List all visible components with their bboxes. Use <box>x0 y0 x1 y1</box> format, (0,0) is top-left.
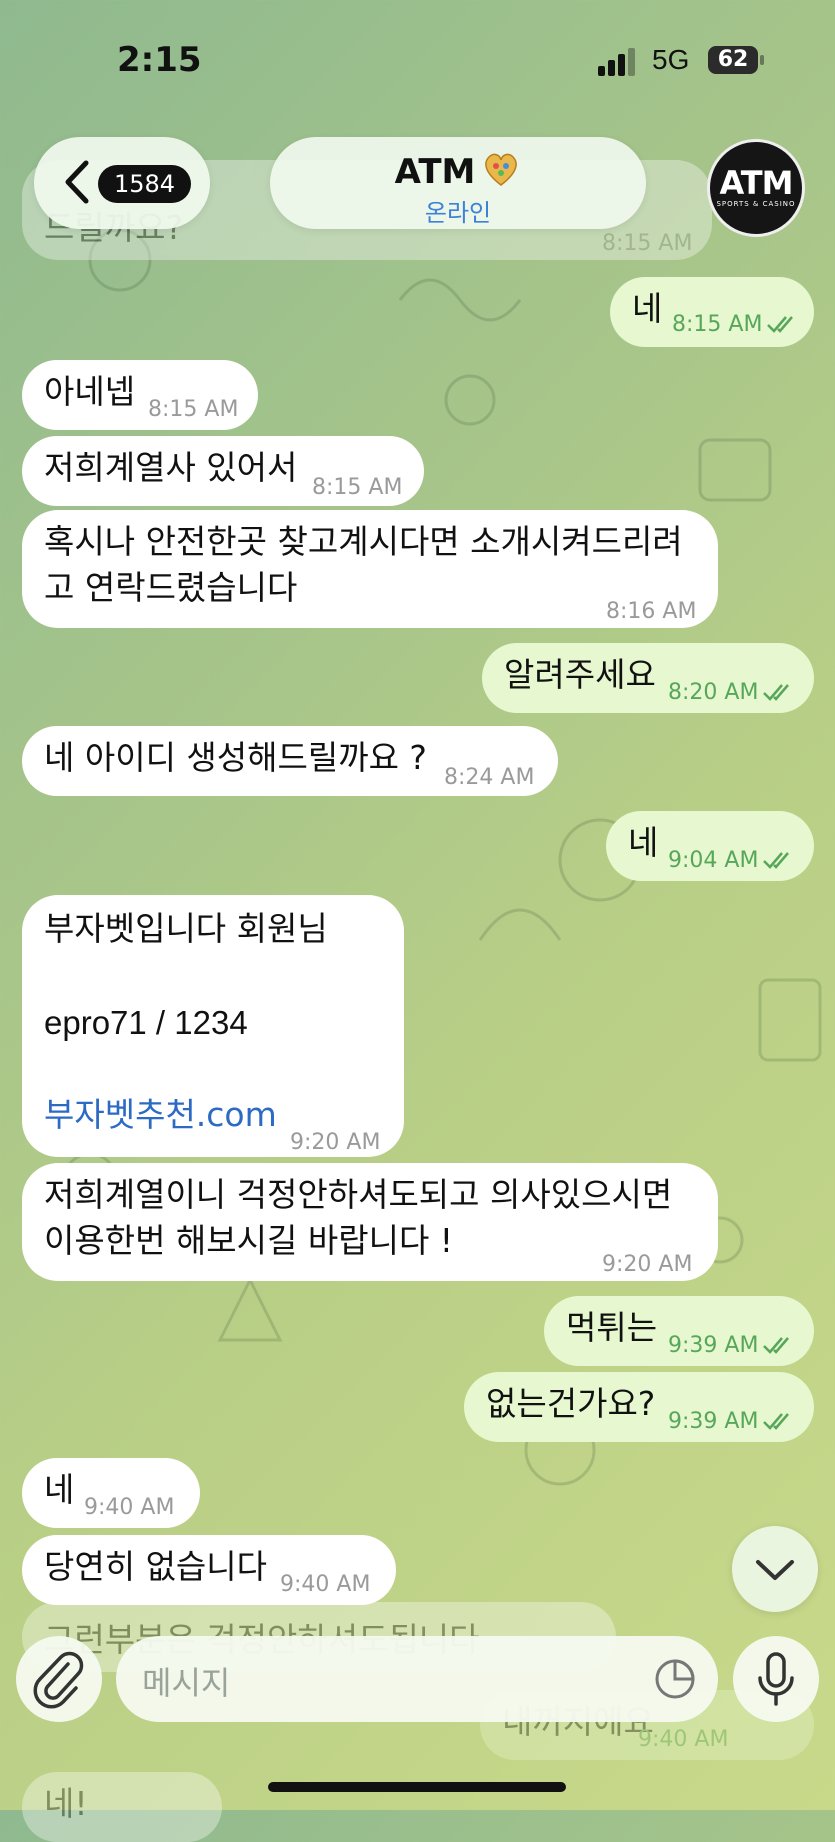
message-input[interactable]: 메시지 <box>116 1636 718 1722</box>
attach-button[interactable] <box>16 1636 102 1722</box>
message-time: 9:20 AM <box>290 1130 381 1155</box>
message-time: 8:15 AM <box>602 231 693 256</box>
network-type: 5G <box>652 44 690 75</box>
paperclip-icon <box>33 1651 84 1709</box>
message-time: 9:40 AM <box>638 1727 729 1752</box>
message-outgoing[interactable]: 없는건가요? 9:39 AM <box>464 1372 814 1442</box>
message-incoming[interactable]: 혹시나 안전한곳 찾고계시다면 소개시켜드리려 고 연락드렸습니다 8:16 A… <box>22 510 718 628</box>
home-indicator <box>268 1782 566 1792</box>
avatar[interactable]: ATM SPORTS & CASINO <box>707 139 805 237</box>
message-text: 네! <box>44 1784 88 1823</box>
battery-tip <box>760 55 764 65</box>
message-text-line: 혹시나 안전한곳 찾고계시다면 소개시켜드리려 <box>44 522 683 561</box>
avatar-text: ATM <box>719 164 794 202</box>
message-text: 당연히 없습니다 <box>44 1547 268 1586</box>
read-checkmarks-icon <box>763 1413 790 1430</box>
message-time: 9:04 AM <box>668 848 759 873</box>
message-text-line: 고 연락드렸습니다 <box>44 568 298 607</box>
message-text: 먹튀는 <box>566 1308 658 1347</box>
message-time: 9:39 AM <box>668 1333 759 1358</box>
message-text-line: 부자벳입니다 회원님 <box>44 909 328 948</box>
message-incoming[interactable]: 네 아이디 생성해드릴까요 ? 8:24 AM <box>22 726 558 796</box>
message-text: 네 <box>628 823 659 862</box>
read-checkmarks-icon <box>763 1337 790 1354</box>
message-link[interactable]: 부자벳추천.com <box>44 1093 277 1137</box>
chevron-left-icon <box>65 160 89 204</box>
chevron-down-icon <box>756 1560 794 1580</box>
message-text-line: epro71 / 1234 <box>44 1004 248 1041</box>
message-incoming[interactable]: 당연히 없습니다 9:40 AM <box>22 1535 396 1605</box>
message-time: 8:15 AM <box>672 312 763 337</box>
message-outgoing[interactable]: 네 9:04 AM <box>606 811 814 881</box>
message-text: 네 <box>44 1470 75 1509</box>
message-time: 8:15 AM <box>312 475 403 500</box>
chat-title: ATM <box>394 152 476 192</box>
message-time: 8:16 AM <box>606 599 697 624</box>
message-text-line: 이용한번 해보시길 바랍니다 ! <box>44 1221 454 1260</box>
message-time: 9:40 AM <box>84 1495 175 1520</box>
message-text: 저희계열사 있어서 <box>44 448 298 487</box>
message-incoming[interactable]: 저희계열이니 걱정안하셔도되고 의사있으시면 이용한번 해보시길 바랍니다 ! … <box>22 1163 718 1281</box>
message-incoming[interactable]: 네 9:40 AM <box>22 1458 200 1528</box>
message-text: 아네넵 <box>44 372 136 411</box>
sticker-icon[interactable] <box>652 1656 698 1702</box>
microphone-button[interactable] <box>733 1636 819 1722</box>
battery-icon: 62 <box>708 46 758 74</box>
read-checkmarks-icon <box>767 316 794 333</box>
message-time: 8:20 AM <box>668 680 759 705</box>
scroll-to-bottom-button[interactable] <box>732 1526 818 1612</box>
status-time: 2:15 <box>117 40 202 80</box>
message-text: 네 아이디 생성해드릴까요 ? <box>44 738 427 777</box>
message-text-line: 저희계열이니 걱정안하셔도되고 의사있으시면 <box>44 1175 673 1214</box>
avatar-subtext: SPORTS & CASINO <box>716 200 796 208</box>
chat-status: 온라인 <box>424 199 492 227</box>
message-incoming[interactable]: 부자벳입니다 회원님 epro71 / 1234 부자벳추천.com 9:20 … <box>22 895 404 1157</box>
back-button[interactable]: 1584 <box>34 137 210 229</box>
message-time: 9:39 AM <box>668 1409 759 1434</box>
message-time: 8:15 AM <box>148 397 239 422</box>
message-input-placeholder: 메시지 <box>142 1664 231 1702</box>
message-text: 네 <box>632 289 663 328</box>
message-outgoing[interactable]: 알려주세요 8:20 AM <box>482 643 814 713</box>
message-text: 없는건가요? <box>486 1384 656 1423</box>
status-bar: 2:15 5G 62 <box>0 0 835 120</box>
message-time: 8:24 AM <box>444 765 535 790</box>
read-checkmarks-icon <box>763 684 790 701</box>
cellular-signal-icon <box>598 48 635 76</box>
message-outgoing[interactable]: 네 8:15 AM <box>610 277 814 347</box>
message-incoming[interactable]: 저희계열사 있어서 8:15 AM <box>22 436 424 506</box>
unread-count-badge: 1584 <box>98 165 192 203</box>
chat-title-button[interactable]: ATM 온라인 <box>270 137 646 229</box>
read-checkmarks-icon <box>763 852 790 869</box>
message-text: 알려주세요 <box>504 655 656 694</box>
message-incoming[interactable]: 아네넵 8:15 AM <box>22 360 258 430</box>
microphone-icon <box>758 1652 794 1706</box>
message-time: 9:20 AM <box>602 1252 693 1277</box>
heart-emoji-icon <box>485 153 518 186</box>
message-time: 9:40 AM <box>280 1572 371 1597</box>
message-incoming[interactable]: 네! <box>22 1772 222 1842</box>
message-outgoing[interactable]: 먹튀는 9:39 AM <box>544 1296 814 1366</box>
